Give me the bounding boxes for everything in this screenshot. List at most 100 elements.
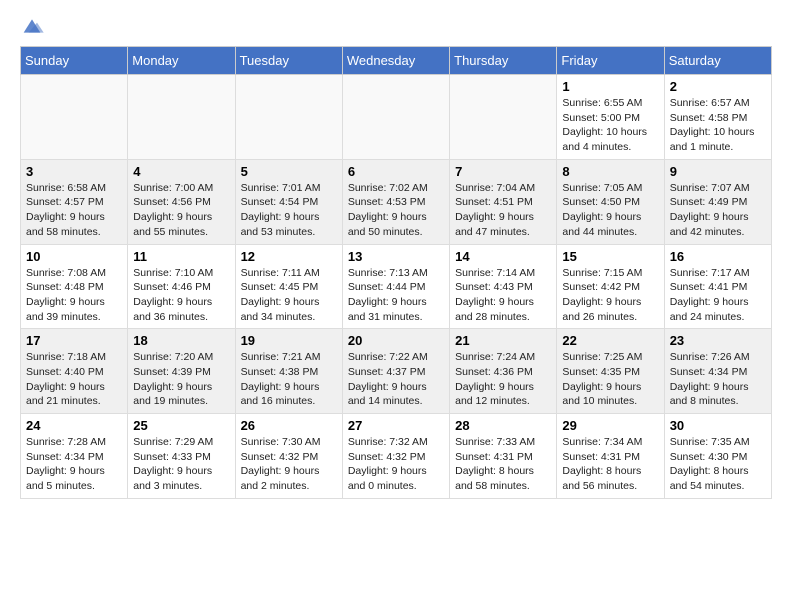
calendar-cell: 18 Sunrise: 7:20 AM Sunset: 4:39 PM Dayli…: [128, 329, 235, 414]
calendar-cell: 20 Sunrise: 7:22 AM Sunset: 4:37 PM Dayli…: [342, 329, 449, 414]
weekday-header-monday: Monday: [128, 47, 235, 75]
day-info: Sunrise: 7:10 AM Sunset: 4:46 PM Dayligh…: [133, 266, 229, 325]
calendar-container: SundayMondayTuesdayWednesdayThursdayFrid…: [0, 0, 792, 515]
weekday-header-sunday: Sunday: [21, 47, 128, 75]
calendar-cell: 7 Sunrise: 7:04 AM Sunset: 4:51 PM Daylig…: [450, 159, 557, 244]
day-info: Sunrise: 6:55 AM Sunset: 5:00 PM Dayligh…: [562, 96, 658, 155]
calendar-cell: 15 Sunrise: 7:15 AM Sunset: 4:42 PM Dayli…: [557, 244, 664, 329]
day-info: Sunrise: 7:02 AM Sunset: 4:53 PM Dayligh…: [348, 181, 444, 240]
day-number: 24: [26, 418, 122, 433]
day-number: 13: [348, 249, 444, 264]
day-number: 11: [133, 249, 229, 264]
day-number: 26: [241, 418, 337, 433]
day-info: Sunrise: 7:30 AM Sunset: 4:32 PM Dayligh…: [241, 435, 337, 494]
calendar-cell: 23 Sunrise: 7:26 AM Sunset: 4:34 PM Dayli…: [664, 329, 771, 414]
day-number: 17: [26, 333, 122, 348]
calendar-cell: 4Sunrise: 7:00 AM Sunset: 4:56 PM Daylig…: [128, 159, 235, 244]
logo-icon: [20, 16, 44, 36]
calendar-cell: 5 Sunrise: 7:01 AM Sunset: 4:54 PM Daylig…: [235, 159, 342, 244]
weekday-header-thursday: Thursday: [450, 47, 557, 75]
day-number: 12: [241, 249, 337, 264]
weekday-header-saturday: Saturday: [664, 47, 771, 75]
day-number: 23: [670, 333, 766, 348]
calendar-table: SundayMondayTuesdayWednesdayThursdayFrid…: [20, 46, 772, 499]
calendar-cell: 8 Sunrise: 7:05 AM Sunset: 4:50 PM Daylig…: [557, 159, 664, 244]
day-info: Sunrise: 7:17 AM Sunset: 4:41 PM Dayligh…: [670, 266, 766, 325]
calendar-cell: 29Sunrise: 7:34 AM Sunset: 4:31 PM Dayli…: [557, 414, 664, 499]
calendar-cell: 2 Sunrise: 6:57 AM Sunset: 4:58 PM Daylig…: [664, 75, 771, 160]
week-row-0: 1Sunrise: 6:55 AM Sunset: 5:00 PM Daylig…: [21, 75, 772, 160]
calendar-cell: 16 Sunrise: 7:17 AM Sunset: 4:41 PM Dayli…: [664, 244, 771, 329]
header-row: [20, 16, 772, 36]
day-number: 6: [348, 164, 444, 179]
weekday-header-wednesday: Wednesday: [342, 47, 449, 75]
day-number: 22: [562, 333, 658, 348]
day-info: Sunrise: 7:33 AM Sunset: 4:31 PM Dayligh…: [455, 435, 551, 494]
day-number: 5: [241, 164, 337, 179]
calendar-cell: 26 Sunrise: 7:30 AM Sunset: 4:32 PM Dayli…: [235, 414, 342, 499]
calendar-cell: 19 Sunrise: 7:21 AM Sunset: 4:38 PM Dayli…: [235, 329, 342, 414]
calendar-cell: 28 Sunrise: 7:33 AM Sunset: 4:31 PM Dayli…: [450, 414, 557, 499]
day-number: 20: [348, 333, 444, 348]
calendar-cell: 3 Sunrise: 6:58 AM Sunset: 4:57 PM Daylig…: [21, 159, 128, 244]
calendar-cell: 25Sunrise: 7:29 AM Sunset: 4:33 PM Dayli…: [128, 414, 235, 499]
weekday-header-row: SundayMondayTuesdayWednesdayThursdayFrid…: [21, 47, 772, 75]
calendar-cell: [450, 75, 557, 160]
day-info: Sunrise: 7:15 AM Sunset: 4:42 PM Dayligh…: [562, 266, 658, 325]
calendar-cell: 17 Sunrise: 7:18 AM Sunset: 4:40 PM Dayli…: [21, 329, 128, 414]
day-info: Sunrise: 7:08 AM Sunset: 4:48 PM Dayligh…: [26, 266, 122, 325]
day-info: Sunrise: 7:05 AM Sunset: 4:50 PM Dayligh…: [562, 181, 658, 240]
week-row-2: 10Sunrise: 7:08 AM Sunset: 4:48 PM Dayli…: [21, 244, 772, 329]
day-info: Sunrise: 7:20 AM Sunset: 4:39 PM Dayligh…: [133, 350, 229, 409]
day-number: 14: [455, 249, 551, 264]
day-info: Sunrise: 7:07 AM Sunset: 4:49 PM Dayligh…: [670, 181, 766, 240]
calendar-cell: [235, 75, 342, 160]
day-info: Sunrise: 7:29 AM Sunset: 4:33 PM Dayligh…: [133, 435, 229, 494]
day-info: Sunrise: 7:18 AM Sunset: 4:40 PM Dayligh…: [26, 350, 122, 409]
day-info: Sunrise: 7:11 AM Sunset: 4:45 PM Dayligh…: [241, 266, 337, 325]
week-row-3: 17 Sunrise: 7:18 AM Sunset: 4:40 PM Dayli…: [21, 329, 772, 414]
day-number: 9: [670, 164, 766, 179]
day-info: Sunrise: 7:01 AM Sunset: 4:54 PM Dayligh…: [241, 181, 337, 240]
day-info: Sunrise: 7:26 AM Sunset: 4:34 PM Dayligh…: [670, 350, 766, 409]
calendar-cell: [342, 75, 449, 160]
day-number: 30: [670, 418, 766, 433]
weekday-header-friday: Friday: [557, 47, 664, 75]
day-number: 18: [133, 333, 229, 348]
calendar-cell: 12 Sunrise: 7:11 AM Sunset: 4:45 PM Dayli…: [235, 244, 342, 329]
day-info: Sunrise: 6:58 AM Sunset: 4:57 PM Dayligh…: [26, 181, 122, 240]
day-info: Sunrise: 7:35 AM Sunset: 4:30 PM Dayligh…: [670, 435, 766, 494]
day-number: 3: [26, 164, 122, 179]
day-number: 2: [670, 79, 766, 94]
calendar-cell: 9 Sunrise: 7:07 AM Sunset: 4:49 PM Daylig…: [664, 159, 771, 244]
day-number: 19: [241, 333, 337, 348]
calendar-cell: 1Sunrise: 6:55 AM Sunset: 5:00 PM Daylig…: [557, 75, 664, 160]
day-info: Sunrise: 7:22 AM Sunset: 4:37 PM Dayligh…: [348, 350, 444, 409]
day-number: 8: [562, 164, 658, 179]
logo: [20, 16, 48, 36]
calendar-cell: 13Sunrise: 7:13 AM Sunset: 4:44 PM Dayli…: [342, 244, 449, 329]
day-number: 15: [562, 249, 658, 264]
day-number: 27: [348, 418, 444, 433]
day-number: 16: [670, 249, 766, 264]
day-number: 7: [455, 164, 551, 179]
week-row-1: 3 Sunrise: 6:58 AM Sunset: 4:57 PM Daylig…: [21, 159, 772, 244]
day-info: Sunrise: 7:14 AM Sunset: 4:43 PM Dayligh…: [455, 266, 551, 325]
day-info: Sunrise: 7:21 AM Sunset: 4:38 PM Dayligh…: [241, 350, 337, 409]
day-info: Sunrise: 7:04 AM Sunset: 4:51 PM Dayligh…: [455, 181, 551, 240]
day-info: Sunrise: 7:32 AM Sunset: 4:32 PM Dayligh…: [348, 435, 444, 494]
day-info: Sunrise: 7:28 AM Sunset: 4:34 PM Dayligh…: [26, 435, 122, 494]
day-info: Sunrise: 7:24 AM Sunset: 4:36 PM Dayligh…: [455, 350, 551, 409]
calendar-cell: 11 Sunrise: 7:10 AM Sunset: 4:46 PM Dayli…: [128, 244, 235, 329]
calendar-cell: 6 Sunrise: 7:02 AM Sunset: 4:53 PM Daylig…: [342, 159, 449, 244]
week-row-4: 24 Sunrise: 7:28 AM Sunset: 4:34 PM Dayli…: [21, 414, 772, 499]
calendar-cell: 10Sunrise: 7:08 AM Sunset: 4:48 PM Dayli…: [21, 244, 128, 329]
weekday-header-tuesday: Tuesday: [235, 47, 342, 75]
calendar-cell: 30 Sunrise: 7:35 AM Sunset: 4:30 PM Dayli…: [664, 414, 771, 499]
day-number: 21: [455, 333, 551, 348]
day-info: Sunrise: 6:57 AM Sunset: 4:58 PM Dayligh…: [670, 96, 766, 155]
day-number: 28: [455, 418, 551, 433]
day-info: Sunrise: 7:00 AM Sunset: 4:56 PM Dayligh…: [133, 181, 229, 240]
day-number: 29: [562, 418, 658, 433]
calendar-cell: [21, 75, 128, 160]
